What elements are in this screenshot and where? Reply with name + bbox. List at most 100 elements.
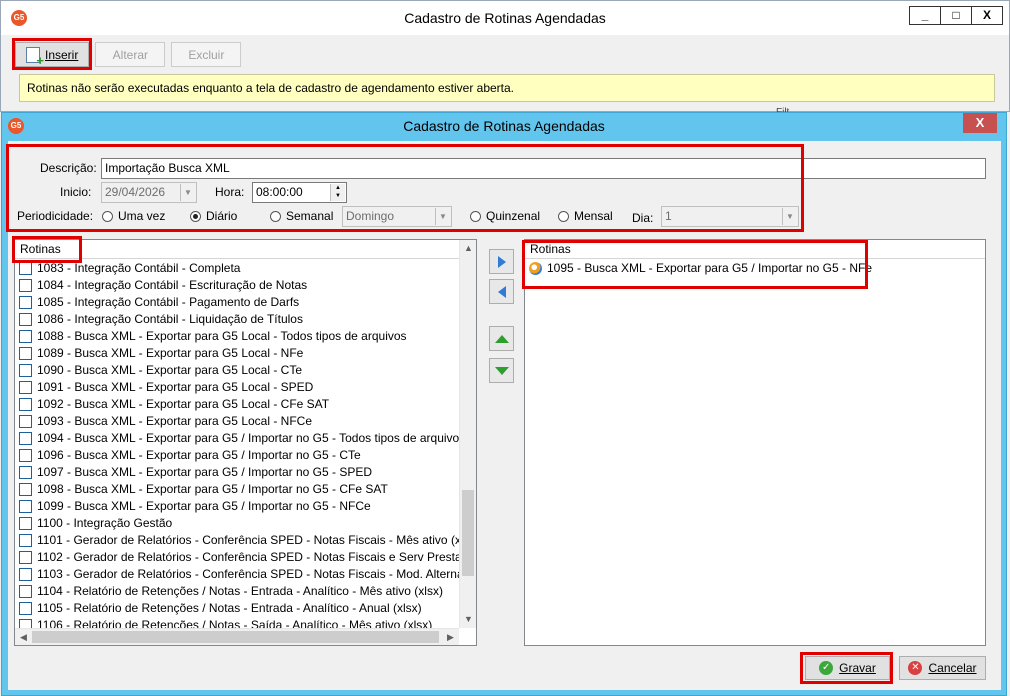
- alter-button[interactable]: Alterar: [95, 42, 166, 67]
- close-button[interactable]: X: [971, 6, 1003, 25]
- scroll-thumb-horizontal[interactable]: [32, 631, 439, 643]
- horizontal-scrollbar[interactable]: ◀ ▶: [15, 628, 459, 645]
- routine-item[interactable]: 1098 - Busca XML - Exportar para G5 / Im…: [15, 481, 459, 498]
- routine-item[interactable]: 1085 - Integração Contábil - Pagamento d…: [15, 294, 459, 311]
- checkbox-icon[interactable]: [19, 262, 32, 275]
- checkbox-icon[interactable]: [19, 619, 32, 628]
- radio-icon: [102, 210, 113, 222]
- selected-routine-item[interactable]: 1095 - Busca XML - Exportar para G5 / Im…: [525, 260, 985, 277]
- dialog-title: Cadastro de Rotinas Agendadas: [403, 118, 605, 134]
- checkbox-icon[interactable]: [19, 296, 32, 309]
- description-input[interactable]: Importação Busca XML: [101, 158, 986, 179]
- routine-label: 1094 - Busca XML - Exportar para G5 / Im…: [37, 431, 459, 445]
- checkbox-icon[interactable]: [19, 415, 32, 428]
- routine-label: 1096 - Busca XML - Exportar para G5 / Im…: [37, 448, 361, 462]
- move-down-button[interactable]: [489, 358, 514, 383]
- insert-button[interactable]: Inserir: [15, 42, 90, 68]
- checkbox-icon[interactable]: [19, 364, 32, 377]
- checkbox-icon[interactable]: [19, 313, 32, 326]
- routine-label: 1092 - Busca XML - Exportar para G5 Loca…: [37, 397, 330, 411]
- checkbox-icon[interactable]: [19, 398, 32, 411]
- day-value: 1: [665, 209, 672, 223]
- selected-routines-list[interactable]: Rotinas 1095 - Busca XML - Exportar para…: [524, 239, 986, 646]
- routine-item[interactable]: 1106 - Relatório de Retenções / Notas - …: [15, 617, 459, 628]
- checkbox-icon[interactable]: [19, 534, 32, 547]
- routine-label: 1084 - Integração Contábil - Escrituraçã…: [37, 278, 308, 292]
- routine-item[interactable]: 1084 - Integração Contábil - Escrituraçã…: [15, 277, 459, 294]
- routine-item[interactable]: 1104 - Relatório de Retenções / Notas - …: [15, 583, 459, 600]
- routine-item[interactable]: 1092 - Busca XML - Exportar para G5 Loca…: [15, 396, 459, 413]
- routine-label: 1101 - Gerador de Relatórios - Conferênc…: [37, 533, 459, 547]
- dialog-close-button[interactable]: X: [963, 113, 997, 133]
- checkbox-icon[interactable]: [19, 432, 32, 445]
- checkbox-icon[interactable]: [19, 517, 32, 530]
- routine-item[interactable]: 1099 - Busca XML - Exportar para G5 / Im…: [15, 498, 459, 515]
- routine-item[interactable]: 1100 - Integração Gestão: [15, 515, 459, 532]
- rotinas-dialog: G5 Cadastro de Rotinas Agendadas X Descr…: [1, 112, 1007, 696]
- save-button[interactable]: ✓ Gravar: [805, 656, 890, 680]
- scroll-down-icon[interactable]: ▼: [460, 611, 477, 628]
- check-icon: ✓: [819, 661, 834, 675]
- save-label: Gravar: [839, 661, 876, 675]
- checkbox-icon[interactable]: [19, 602, 32, 615]
- checkbox-icon[interactable]: [19, 449, 32, 462]
- checkbox-icon[interactable]: [19, 585, 32, 598]
- weekday-select[interactable]: Domingo ▼: [342, 206, 452, 227]
- checkbox-icon[interactable]: [19, 483, 32, 496]
- radio-quinzenal[interactable]: Quinzenal: [470, 209, 540, 223]
- radio-uma-vez[interactable]: Uma vez: [102, 209, 165, 223]
- routine-item[interactable]: 1093 - Busca XML - Exportar para G5 Loca…: [15, 413, 459, 430]
- remove-routine-button[interactable]: [489, 279, 514, 304]
- routine-item[interactable]: 1096 - Busca XML - Exportar para G5 / Im…: [15, 447, 459, 464]
- checkbox-icon[interactable]: [19, 330, 32, 343]
- routine-item[interactable]: 1089 - Busca XML - Exportar para G5 Loca…: [15, 345, 459, 362]
- available-routines-list[interactable]: Rotinas 1083 - Integração Contábil - Com…: [14, 239, 477, 646]
- spin-arrows-icon[interactable]: ▲ ▼: [330, 184, 345, 201]
- arrow-down-icon: [494, 366, 509, 375]
- routine-item[interactable]: 1097 - Busca XML - Exportar para G5 / Im…: [15, 464, 459, 481]
- routine-label: 1102 - Gerador de Relatórios - Conferênc…: [37, 550, 459, 564]
- radio-diario-label: Diário: [206, 209, 238, 223]
- routine-item[interactable]: 1094 - Busca XML - Exportar para G5 / Im…: [15, 430, 459, 447]
- day-label: Dia:: [632, 211, 654, 225]
- checkbox-icon[interactable]: [19, 381, 32, 394]
- radio-selected-icon: [190, 210, 201, 222]
- vertical-scrollbar[interactable]: ▲ ▼: [459, 240, 476, 628]
- routine-item[interactable]: 1105 - Relatório de Retenções / Notas - …: [15, 600, 459, 617]
- radio-mensal[interactable]: Mensal: [558, 209, 613, 223]
- routine-item[interactable]: 1091 - Busca XML - Exportar para G5 Loca…: [15, 379, 459, 396]
- scroll-left-icon[interactable]: ◀: [15, 629, 32, 646]
- start-date-picker[interactable]: 29/04/2026 ▼: [101, 182, 197, 203]
- routine-label: 1103 - Gerador de Relatórios - Conferênc…: [37, 567, 459, 581]
- checkbox-icon[interactable]: [19, 551, 32, 564]
- day-select[interactable]: 1 ▼: [661, 206, 799, 227]
- maximize-button[interactable]: □: [940, 6, 972, 25]
- add-routine-button[interactable]: [489, 249, 514, 274]
- routine-item[interactable]: 1083 - Integração Contábil - Completa: [15, 260, 459, 277]
- scroll-thumb[interactable]: [462, 490, 474, 576]
- routine-item[interactable]: 1088 - Busca XML - Exportar para G5 Loca…: [15, 328, 459, 345]
- checkbox-icon[interactable]: [19, 347, 32, 360]
- minimize-button[interactable]: _: [909, 6, 941, 25]
- checkbox-icon[interactable]: [19, 279, 32, 292]
- routine-item[interactable]: 1086 - Integração Contábil - Liquidação …: [15, 311, 459, 328]
- checkbox-icon[interactable]: [19, 568, 32, 581]
- arrow-left-icon: [497, 285, 506, 298]
- delete-button[interactable]: Excluir: [171, 42, 242, 67]
- radio-semanal[interactable]: Semanal: [270, 209, 333, 223]
- scroll-up-icon[interactable]: ▲: [460, 240, 477, 257]
- routine-item[interactable]: 1103 - Gerador de Relatórios - Conferênc…: [15, 566, 459, 583]
- scroll-right-icon[interactable]: ▶: [442, 629, 459, 646]
- routine-item[interactable]: 1090 - Busca XML - Exportar para G5 Loca…: [15, 362, 459, 379]
- cancel-button[interactable]: ✕ Cancelar: [899, 656, 986, 680]
- description-label: Descrição:: [40, 161, 97, 175]
- routine-item[interactable]: 1102 - Gerador de Relatórios - Conferênc…: [15, 549, 459, 566]
- routine-item[interactable]: 1101 - Gerador de Relatórios - Conferênc…: [15, 532, 459, 549]
- window-controls: _ □ X: [909, 6, 1003, 25]
- checkbox-icon[interactable]: [19, 500, 32, 513]
- checkbox-icon[interactable]: [19, 466, 32, 479]
- radio-diario[interactable]: Diário: [190, 209, 237, 223]
- hour-input[interactable]: 08:00:00 ▲ ▼: [252, 182, 347, 203]
- move-up-button[interactable]: [489, 326, 514, 351]
- routine-label: 1105 - Relatório de Retenções / Notas - …: [37, 601, 422, 615]
